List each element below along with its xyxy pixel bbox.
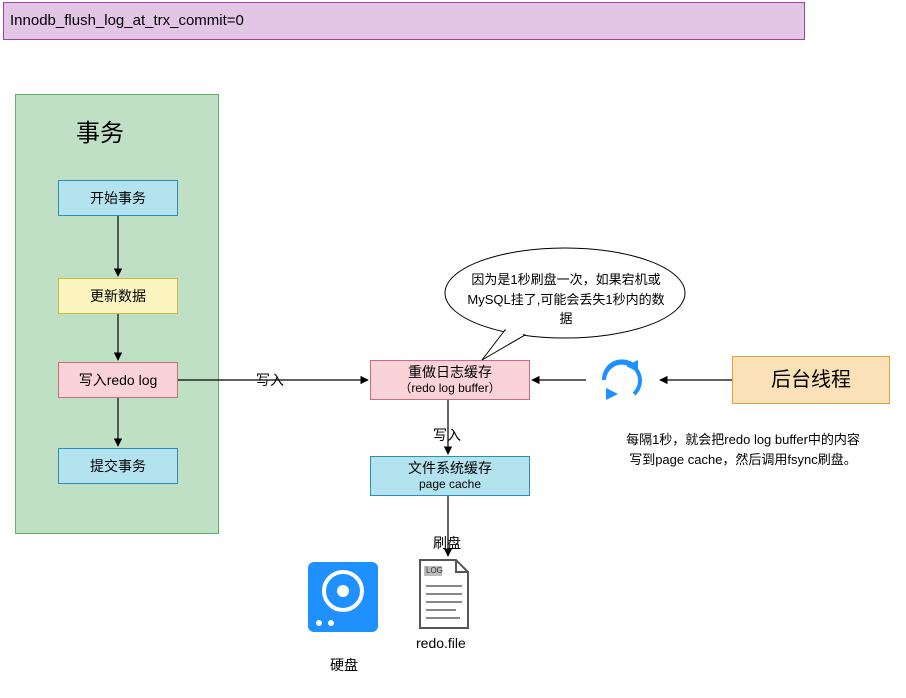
bg-thread: 后台线程 xyxy=(732,356,890,404)
label-flush: 刷盘 xyxy=(433,533,461,553)
step-redo: 写入redo log xyxy=(58,362,178,398)
page-cache-line1: 文件系统缓存 xyxy=(408,459,492,477)
log-tag: LOG xyxy=(426,566,443,575)
label-write2: 写入 xyxy=(433,425,461,445)
step-commit-label: 提交事务 xyxy=(90,457,146,475)
note-line2: 写到page cache，然后调用fsync刷盘。 xyxy=(588,450,898,470)
redo-buf-line1: 重做日志缓存 xyxy=(399,363,500,381)
step-update: 更新数据 xyxy=(58,278,178,314)
label-disk: 硬盘 xyxy=(330,655,358,675)
page-cache-line2: page cache xyxy=(408,477,492,493)
step-commit: 提交事务 xyxy=(58,448,178,484)
title-banner: Innodb_flush_log_at_trx_commit=0 xyxy=(3,2,805,40)
redo-buf-line2: （redo log buffer） xyxy=(399,381,500,397)
bg-thread-label: 后台线程 xyxy=(771,367,851,393)
step-begin: 开始事务 xyxy=(58,180,178,216)
banner-text: Innodb_flush_log_at_trx_commit=0 xyxy=(10,11,244,31)
step-begin-label: 开始事务 xyxy=(90,189,146,207)
page-cache: 文件系统缓存 page cache xyxy=(370,456,530,496)
bg-thread-note: 每隔1秒，就会把redo log buffer中的内容 写到page cache… xyxy=(588,430,898,469)
label-redofile: redo.file xyxy=(416,635,466,651)
redo-log-buffer: 重做日志缓存 （redo log buffer） xyxy=(370,360,530,400)
step-update-label: 更新数据 xyxy=(90,287,146,305)
hard-disk-icon xyxy=(308,562,378,632)
note-line1: 每隔1秒，就会把redo log buffer中的内容 xyxy=(588,430,898,450)
step-redo-label: 写入redo log xyxy=(79,371,158,389)
callout-text: 因为是1秒刷盘一次，如果宕机或MySQL挂了,可能会丢失1秒内的数据 xyxy=(467,272,664,326)
callout-bubble: 因为是1秒刷盘一次，如果宕机或MySQL挂了,可能会丢失1秒内的数据 xyxy=(462,270,670,329)
label-write1: 写入 xyxy=(256,370,284,390)
transaction-title: 事务 xyxy=(76,113,124,148)
log-file-icon: LOG xyxy=(416,558,472,630)
loop-icon xyxy=(604,360,640,400)
